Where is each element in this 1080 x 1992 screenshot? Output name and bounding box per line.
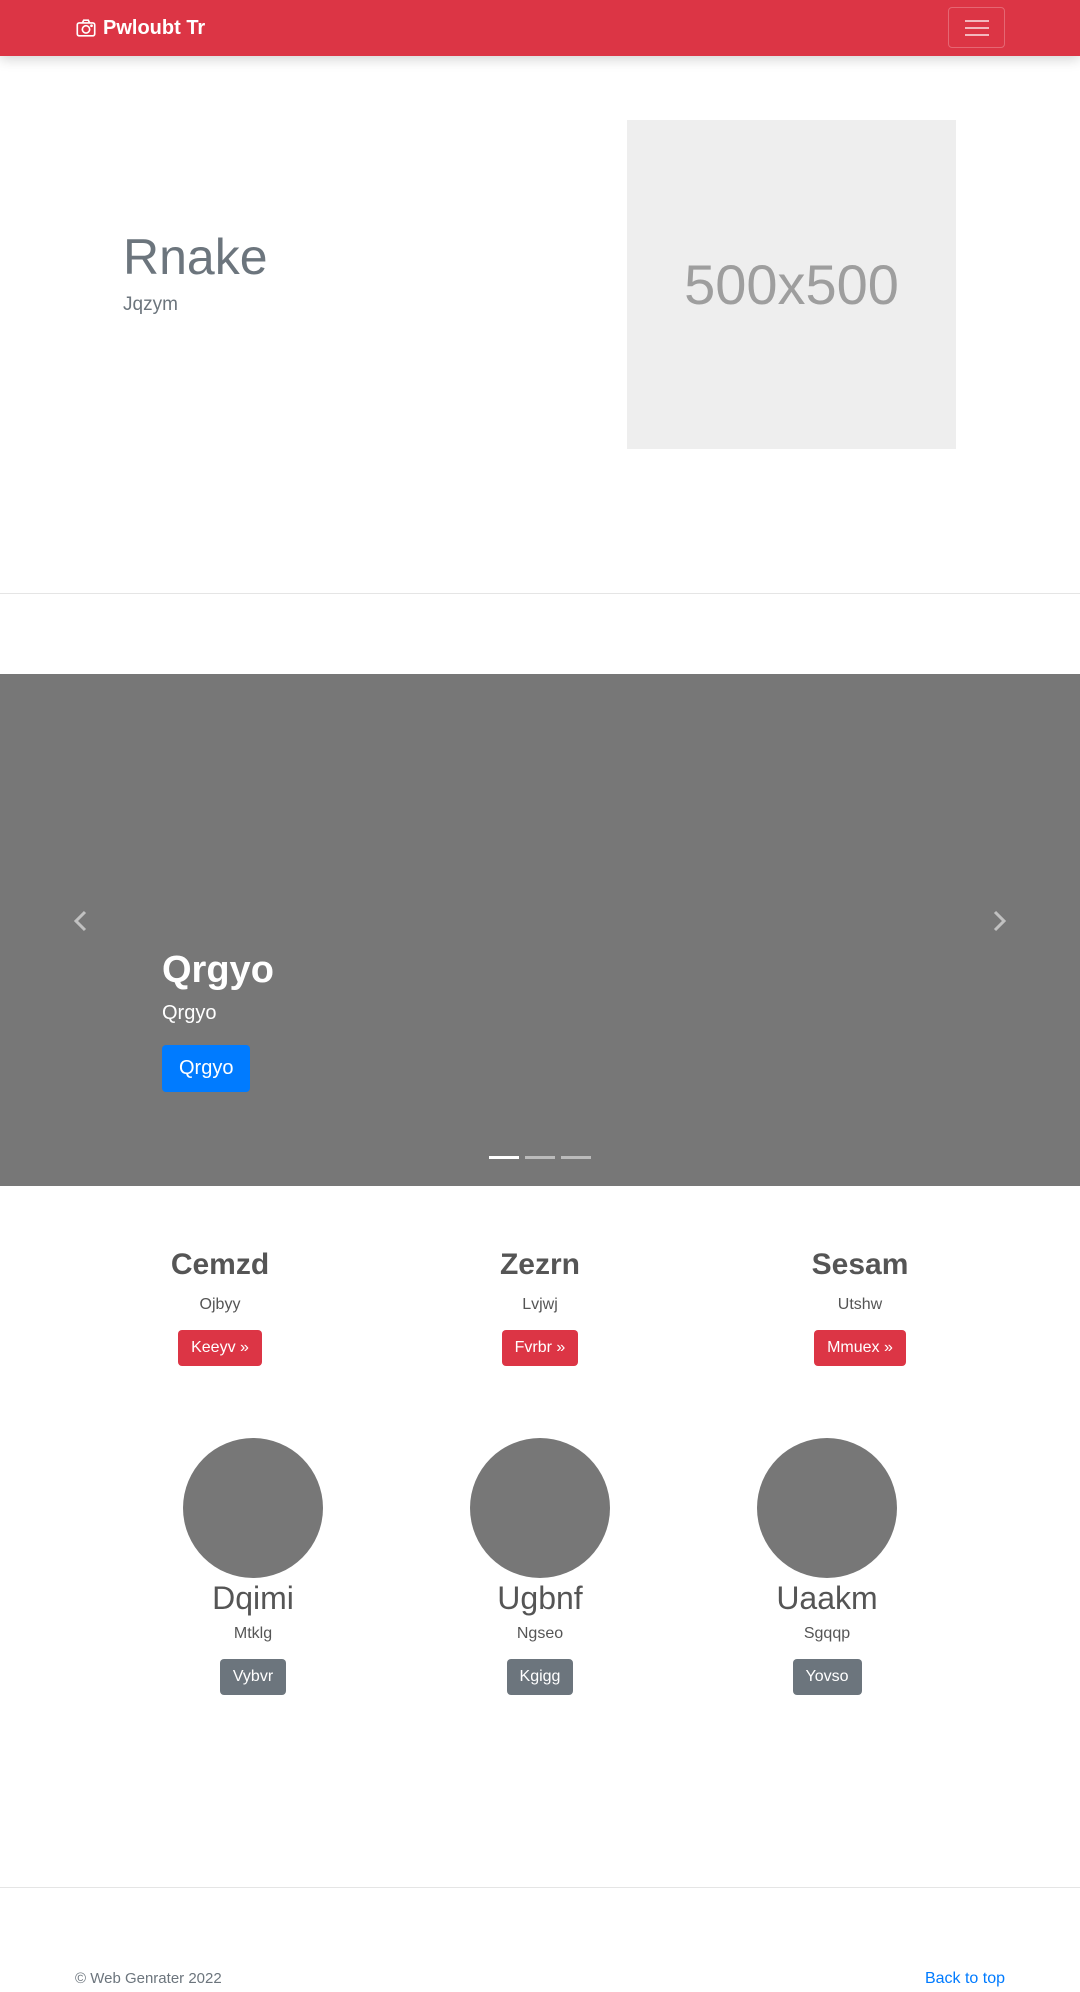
person-column: Dqimi Mtklg Vybvr [143,1438,363,1695]
carousel-indicators [489,1156,597,1159]
carousel-caption-title: Qrgyo [162,949,274,991]
feature-column: Sesam Utshw Mmuex » [760,1248,960,1366]
person-name: Uaakm [776,1580,878,1616]
feature-title: Cemzd [170,1248,270,1281]
carousel-indicator-3[interactable] [561,1156,591,1159]
feature-title: Zezrn [499,1248,580,1281]
navbar-toggler-button[interactable] [948,7,1005,48]
hero-subtitle: Jqzym [123,294,178,315]
carousel: Qrgyo Qrgyo Qrgyo [0,674,1080,1186]
person-button[interactable]: Kgigg [506,1659,574,1695]
person-column: Uaakm Sgqqp Yovso [717,1438,937,1695]
person-column: Ugbnf Ngseo Kgigg [430,1438,650,1695]
feature-text: Ojbyy [199,1296,241,1313]
navbar: Pwloubt Tr [0,0,1080,56]
camera-icon [76,19,96,37]
chevron-right-icon[interactable] [984,906,1014,936]
person-text: Mtklg [233,1625,273,1642]
person-name: Dqimi [212,1580,294,1616]
carousel-indicator-1[interactable] [489,1156,519,1159]
person-name: Ugbnf [497,1580,583,1616]
brand-name: Pwloubt Tr [103,16,206,39]
feature-button[interactable]: Fvrbr » [501,1330,579,1366]
person-button[interactable]: Vybvr [219,1659,287,1695]
footer-divider [0,1887,1080,1888]
hero-title: Rnake [123,229,268,285]
feature-text: Lvjwj [522,1296,558,1313]
carousel-caption-text: Qrgyo [162,1001,217,1024]
feature-column: Zezrn Lvjwj Fvrbr » [440,1248,640,1366]
back-to-top-link[interactable]: Back to top [925,1970,1005,1988]
avatar [757,1438,897,1578]
navbar-brand[interactable]: Pwloubt Tr [75,0,205,56]
avatar [470,1438,610,1578]
carousel-caption: Qrgyo Qrgyo Qrgyo [162,948,274,1092]
placeholder-image: 500x500 [627,120,956,449]
person-text: Sgqqp [803,1625,851,1642]
hamburger-menu-icon [965,20,989,22]
carousel-indicator-2[interactable] [525,1156,555,1159]
feature-button[interactable]: Keeyv » [178,1330,262,1366]
placeholder-text: 500x500 [684,253,899,316]
avatar [183,1438,323,1578]
carousel-caption-button[interactable]: Qrgyo [162,1044,251,1092]
copyright-text: © Web Genrater 2022 [75,1970,222,1987]
person-button[interactable]: Yovso [792,1659,862,1695]
feature-title: Sesam [811,1248,909,1281]
divider [0,593,1080,594]
chevron-left-icon[interactable] [66,906,96,936]
feature-button[interactable]: Mmuex » [814,1330,906,1366]
feature-text: Utshw [837,1296,883,1313]
feature-column: Cemzd Ojbyy Keeyv » [120,1248,320,1366]
person-text: Ngseo [516,1625,564,1642]
